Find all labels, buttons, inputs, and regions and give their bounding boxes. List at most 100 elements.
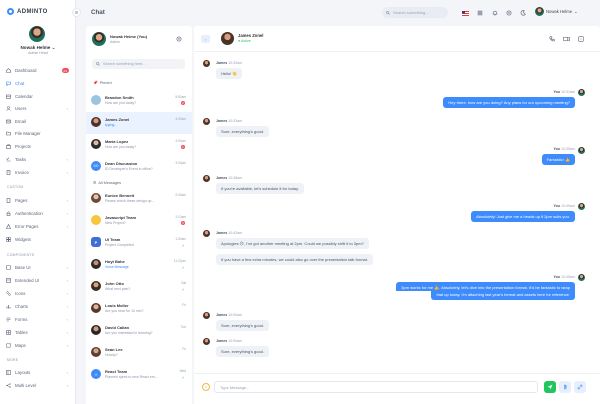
chat-item-eunice-bennett[interactable]: Eunice Bennett Please check these design…	[86, 188, 192, 210]
calendar-icon	[6, 94, 11, 99]
sidebar-item-layouts[interactable]: Layouts ›	[0, 368, 76, 376]
avatar: ⚛	[91, 369, 101, 379]
chat-list-panel: Nowak Helme (You) Admin Search something…	[86, 26, 192, 404]
flag-us-icon[interactable]	[461, 9, 469, 17]
avatar	[203, 230, 210, 237]
avatar	[91, 325, 101, 335]
my-role: Admin	[110, 40, 120, 44]
briefcase-icon	[6, 143, 11, 149]
chevron-right-icon: ›	[66, 265, 68, 270]
chat-item-sean-lee[interactable]: Sean Lee Howdy? Fri	[86, 342, 192, 364]
read-check-icon: ✓	[181, 375, 185, 380]
profile-avatar[interactable]	[29, 26, 45, 42]
page-title: Chat	[91, 9, 105, 16]
sidebar-toggle-button[interactable]	[72, 8, 81, 17]
sidebar-item-forms[interactable]: Forms ›	[0, 315, 76, 323]
arrow-left-icon: ‹	[204, 36, 207, 42]
chevron-right-icon: ›	[66, 224, 68, 229]
sidebar-item-calendar[interactable]: Calendar	[0, 92, 76, 100]
settings-icon[interactable]	[505, 9, 513, 17]
message-meta: You 10:45am	[553, 275, 575, 279]
chat-search-input[interactable]: Search something here...	[92, 59, 185, 69]
topbar-search-input[interactable]: Search something...	[382, 7, 448, 18]
message-meta: James 10:50am	[216, 339, 243, 343]
more-options-icon[interactable]	[578, 36, 584, 42]
message-meta: You 10:40am	[553, 204, 575, 208]
brand[interactable]: ADMINTO	[7, 8, 48, 15]
sidebar-item-tables[interactable]: Tables ›	[0, 328, 76, 336]
chat-item-javascript-team[interactable]: Javascript Team New Project? 2:10am 3	[86, 210, 192, 232]
sidebar-item-authentication[interactable]: Authentication ›	[0, 209, 76, 217]
message-meta: You 10:35am	[553, 147, 575, 151]
sidebar-item-dashboard[interactable]: Dashboard 01	[0, 66, 76, 74]
sidebar-item-chat[interactable]: Chat	[0, 79, 76, 87]
bell-icon[interactable]	[491, 9, 499, 17]
chat-item-james-zonei[interactable]: James Zonei typing... 4:30am	[86, 112, 192, 134]
sidebar-item-charts[interactable]: Charts ›	[0, 302, 76, 310]
sidebar-item-invoice[interactable]: Invoice ›	[0, 168, 76, 176]
message-icon: ☰	[93, 181, 97, 185]
unread-badge: 2	[181, 101, 185, 105]
sidebar-item-projects[interactable]: Projects	[0, 142, 76, 150]
table-icon	[6, 329, 11, 335]
message-bubble: 3pm works for me 👍. Absolutely, let's di…	[396, 282, 575, 291]
tasks-icon	[6, 156, 11, 162]
chat-item-brandon-smith[interactable]: Brandon Smith How are you today? 5:50am …	[86, 90, 192, 112]
sidebar-item-widgets[interactable]: Widgets	[0, 235, 76, 243]
sidebar-item-tasks[interactable]: Tasks ›	[0, 155, 76, 163]
contact-name: James Zonel	[238, 33, 264, 38]
sidebar-item-multi-level[interactable]: Multi Level ›	[0, 381, 76, 389]
sidebar-item-icons[interactable]: Icons ›	[0, 289, 76, 297]
users-icon	[6, 105, 11, 111]
chat-item-ui-team[interactable]: P UI Team Project Completed 1:30am ✓	[86, 232, 192, 254]
chat-item-john-otto[interactable]: John Otto What next plan? Sat ✓	[86, 276, 192, 298]
message-meta: James 10:50am	[216, 313, 243, 317]
back-button[interactable]: ‹	[201, 35, 210, 43]
brand-name: ADMINTO	[17, 8, 48, 15]
contact-avatar[interactable]	[221, 32, 234, 45]
lock-icon	[6, 211, 11, 216]
chat-item-louis-moller[interactable]: Louis Moller Are you hear for 10 min? Fr…	[86, 298, 192, 320]
attach-button[interactable]	[559, 381, 571, 393]
user-menu[interactable]: Nowak Helme ⌄	[535, 7, 578, 16]
chat-item-hoyt-bahe[interactable]: Hoyt Bahe Voice Message 11:02pm ✓	[86, 254, 192, 276]
message-bubble: Hey there, how are you doing? Any plans …	[443, 97, 575, 108]
sidebar-item-base-ui[interactable]: Base UI ›	[0, 263, 76, 271]
message-input[interactable]: Type Message...	[214, 381, 538, 393]
send-button[interactable]	[544, 381, 556, 393]
message-bubble: Absolutely! Just give me a heads up if 2…	[470, 211, 575, 222]
my-name: Nowak Helme (You)	[110, 34, 148, 39]
video-icon[interactable]	[563, 36, 570, 42]
link-button[interactable]	[574, 381, 586, 393]
chat-item-react-team[interactable]: ⚛ React Team Planned sprint to new React…	[86, 364, 192, 386]
emoji-button[interactable]	[202, 383, 210, 391]
folder-icon	[6, 131, 11, 136]
chat-item-dean-discussion[interactable]: DD Dean Discussion ID Developer's Event …	[86, 156, 192, 178]
chat-item-maria-lopez[interactable]: Maria Lopez How are you today? 4:30pm 1	[86, 134, 192, 156]
sidebar-item-email[interactable]: Email	[0, 117, 76, 125]
sidebar-item-error-pages[interactable]: Error Pages ›	[0, 222, 76, 230]
extended-ui-icon	[6, 277, 11, 283]
base-ui-icon	[6, 264, 11, 270]
sidebar-item-pages[interactable]: Pages ›	[0, 196, 76, 204]
avatar	[578, 147, 585, 154]
section-components: COMPONENTS	[7, 253, 35, 257]
pin-icon: 📌	[93, 81, 98, 85]
all-messages-section: ☰ All Messages	[93, 180, 121, 186]
chevron-right-icon: ›	[66, 157, 68, 162]
avatar	[91, 139, 101, 149]
dark-mode-icon[interactable]	[519, 9, 527, 17]
my-avatar	[92, 32, 106, 46]
sidebar-item-users[interactable]: Users ›	[0, 104, 76, 112]
logo-icon	[7, 8, 14, 15]
apps-icon[interactable]	[476, 9, 484, 17]
chevron-right-icon: ›	[66, 278, 68, 283]
sidebar-item-extended-ui[interactable]: Extended UI ›	[0, 276, 76, 284]
sidebar-item-file-manager[interactable]: File Manager	[0, 129, 76, 137]
alert-icon	[6, 223, 11, 229]
chat-item-david-callan[interactable]: David Callan Are you interested in learn…	[86, 320, 192, 342]
settings-icon[interactable]	[176, 36, 182, 42]
profile-role: Admin Head	[28, 51, 48, 55]
sidebar-item-maps[interactable]: Maps ›	[0, 341, 76, 349]
phone-icon[interactable]	[549, 36, 555, 42]
